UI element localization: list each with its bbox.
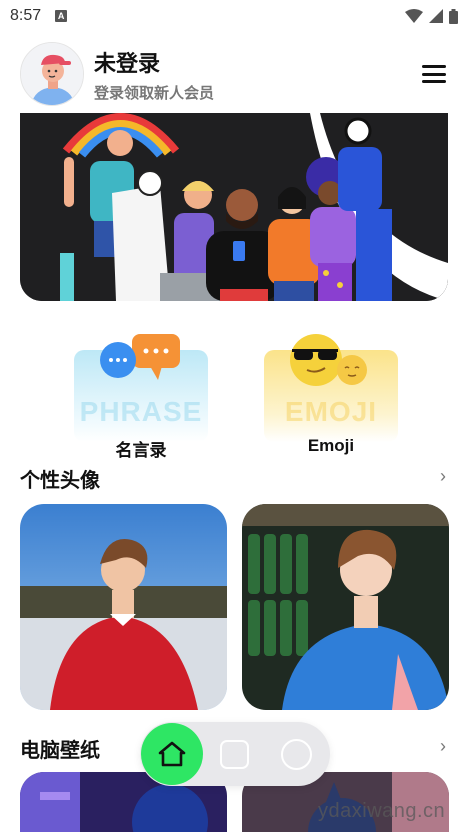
menu-line <box>422 65 446 68</box>
phrase-watermark: PHRASE <box>79 396 203 427</box>
emoji-card[interactable]: EMOJI Emoji <box>264 334 398 455</box>
banner[interactable] <box>20 113 448 301</box>
emoji-watermark: EMOJI <box>284 396 378 427</box>
avatar[interactable] <box>20 42 84 106</box>
battery-icon <box>449 8 458 24</box>
header: 未登录 登录领取新人会员 <box>20 42 448 106</box>
speech-bubbles-icon <box>100 334 180 380</box>
phrase-label: 名言录 <box>115 441 167 460</box>
emoji-label: Emoji <box>307 436 355 455</box>
wallpaper-section-arrow-icon[interactable]: › <box>440 736 446 757</box>
notification-icon: A <box>55 10 68 22</box>
site-watermark: ydaxiwang.cn <box>318 800 446 822</box>
house-glyph <box>158 741 186 767</box>
avatar-photo-2 <box>242 504 449 710</box>
user-name: 未登录 <box>94 50 161 76</box>
people-group-illustration <box>20 113 448 301</box>
status-bar: 8:57 A <box>0 0 468 32</box>
feature-cards: PHRASE 名言录 EMOJI Emoji <box>0 330 468 460</box>
avatar-section-arrow-icon[interactable]: › <box>440 466 446 487</box>
user-info[interactable]: 未登录 登录领取新人会员 <box>94 46 214 103</box>
bottom-nav <box>140 722 330 786</box>
status-icons <box>405 8 458 24</box>
avatar-card-2[interactable] <box>242 504 449 710</box>
user-avatar-illustration-icon <box>21 43 83 105</box>
emoji-faces-icon <box>290 334 367 386</box>
phrase-card[interactable]: PHRASE 名言录 <box>74 334 208 460</box>
login-prompt: 登录领取新人会员 <box>94 84 215 102</box>
wallpaper-section-title: 电脑壁纸 <box>20 740 100 762</box>
home-icon[interactable] <box>141 723 203 785</box>
signal-icon <box>429 9 443 23</box>
menu-icon[interactable] <box>420 60 448 88</box>
menu-line <box>422 80 446 83</box>
avatar-section-title: 个性头像 <box>20 470 100 492</box>
avatar-photo-1 <box>20 504 227 710</box>
avatar-card-1[interactable] <box>20 504 227 710</box>
square-icon[interactable] <box>220 740 249 769</box>
menu-line <box>422 72 446 76</box>
wifi-icon <box>405 9 423 23</box>
status-time: 8:57 <box>10 7 42 24</box>
circle-icon[interactable] <box>281 739 312 770</box>
